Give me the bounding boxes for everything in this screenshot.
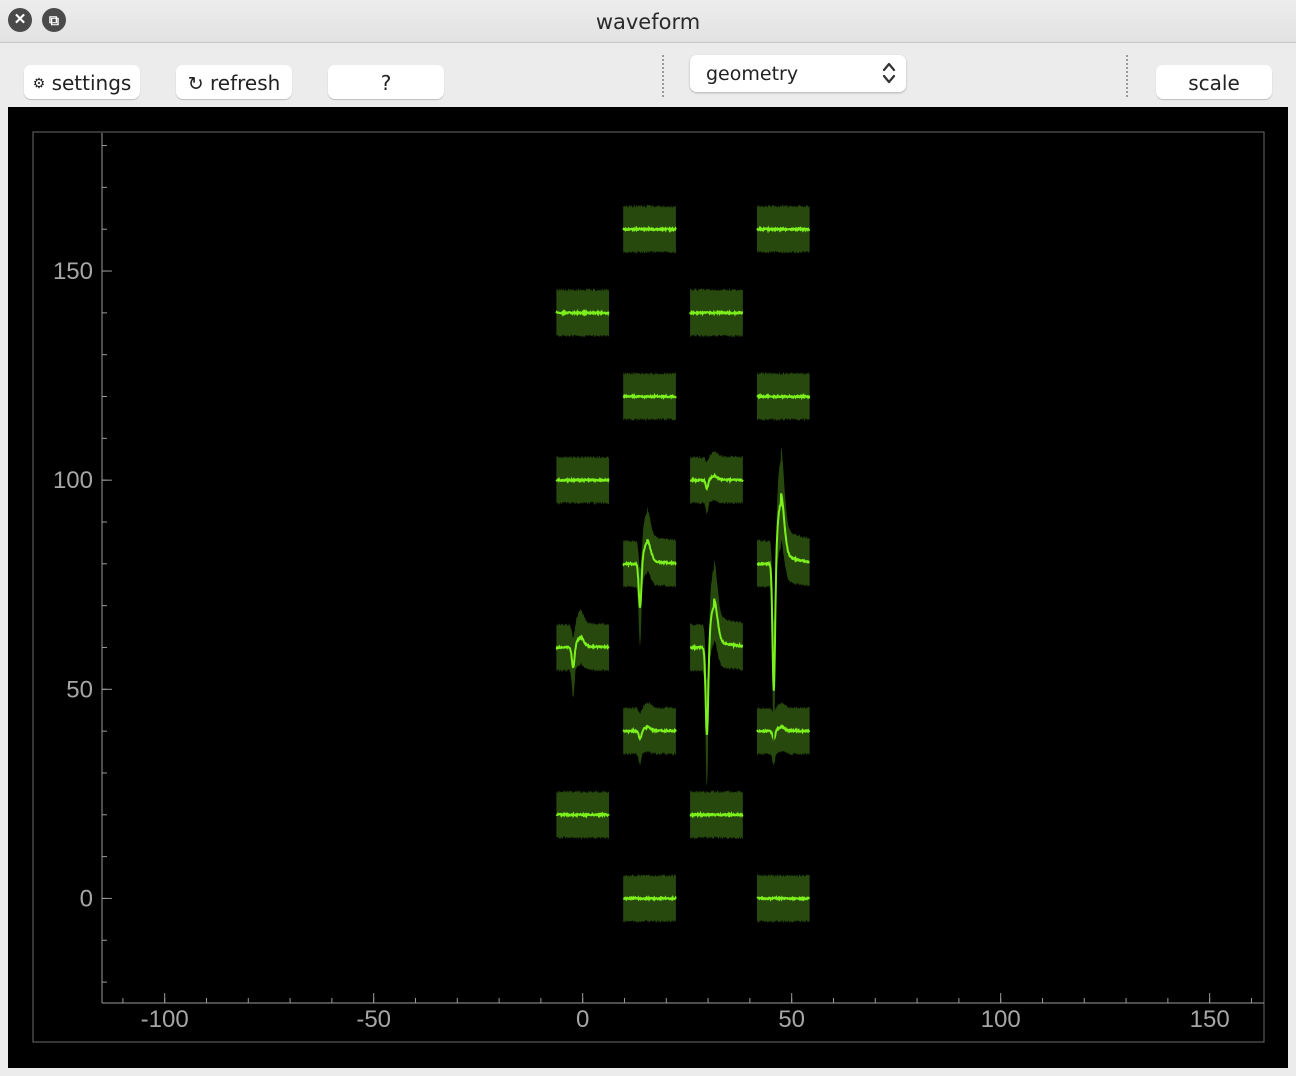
- channel-mean-waveform: [689, 309, 744, 317]
- settings-label: settings: [51, 71, 132, 95]
- x-tick-label: -100: [141, 1006, 189, 1033]
- channel-mean-waveform: [756, 895, 810, 902]
- x-tick-label: 150: [1190, 1006, 1230, 1033]
- x-tick-label: 50: [778, 1006, 805, 1033]
- y-tick-label: 0: [80, 885, 93, 912]
- channel-mean-waveform: [756, 225, 811, 234]
- settings-button[interactable]: ⚙ settings: [24, 65, 140, 99]
- channel-mean-waveform: [555, 811, 610, 819]
- title-bar: ✕ ⧉ waveform: [0, 0, 1296, 43]
- toolbar-separator: [1126, 55, 1128, 97]
- channel-variance-band: [556, 609, 609, 698]
- channel-mean-waveform: [555, 308, 610, 317]
- view-mode-select[interactable]: geometry: [690, 55, 906, 92]
- y-tick-label: 50: [66, 676, 93, 703]
- refresh-label: refresh: [209, 71, 281, 95]
- y-tick-label: 100: [53, 467, 93, 494]
- channel-variance-band: [690, 559, 743, 787]
- channel-mean-waveform: [555, 476, 610, 484]
- refresh-icon: ↻: [187, 73, 204, 95]
- channel-mean-waveform: [689, 810, 744, 819]
- view-mode-value: geometry: [706, 63, 799, 85]
- up-down-chevron-icon: [882, 62, 896, 84]
- help-button[interactable]: ?: [328, 65, 444, 99]
- gear-icon: ⚙: [32, 76, 46, 92]
- window-title: waveform: [595, 10, 701, 34]
- channel-variance-band: [690, 450, 743, 515]
- waveform-plot-area[interactable]: -100 -50 0 50 100 150 0 50 100 150: [8, 107, 1288, 1068]
- channel-variance-band: [623, 702, 676, 766]
- toolbar-separator: [662, 55, 664, 97]
- x-tick-label: 100: [981, 1006, 1021, 1033]
- y-tick-label: 150: [53, 258, 93, 285]
- channel-mean-waveform: [622, 392, 677, 400]
- scale-button[interactable]: scale: [1156, 65, 1272, 99]
- channel-variance-band: [757, 702, 810, 766]
- x-tick-label: -50: [356, 1006, 391, 1033]
- channel-mean-waveform: [623, 895, 677, 902]
- x-tick-label: 0: [576, 1006, 589, 1033]
- refresh-button[interactable]: ↻ refresh: [176, 65, 292, 99]
- toolbar: ⚙ settings ↻ refresh ? geometry scale: [0, 43, 1296, 103]
- waveform-chart: -100 -50 0 50 100 150 0 50 100 150: [32, 131, 1265, 1043]
- channel-mean-waveform: [756, 392, 811, 401]
- channel-variance-band: [623, 506, 676, 647]
